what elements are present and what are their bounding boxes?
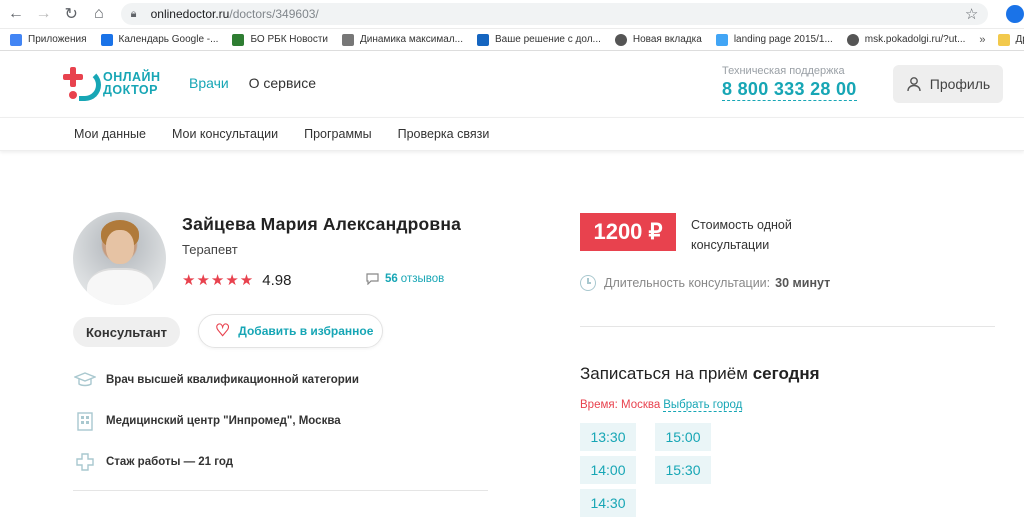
- profile-button[interactable]: Профиль: [893, 65, 1003, 103]
- bookmark-star-icon[interactable]: ☆: [965, 5, 978, 23]
- site-logo[interactable]: ОНЛАЙН ДОКТОР: [63, 65, 161, 103]
- building-icon: [74, 411, 96, 431]
- extension-icon[interactable]: [1006, 5, 1024, 23]
- info-qualification: Врач высшей квалификационной категории: [74, 370, 359, 390]
- bookmark-item[interactable]: landing page 2015/1...: [715, 33, 833, 46]
- globe-icon: [614, 33, 627, 46]
- price-description: Стоимость одной консультации: [691, 218, 792, 252]
- apps-icon: [10, 33, 22, 46]
- bookmark-item[interactable]: БО РБК Новости: [232, 33, 328, 46]
- browser-toolbar: ← → ↻ ⌂ 🔒︎ onlinedoctor.ru/doctors/34960…: [0, 0, 1024, 29]
- time-slot[interactable]: 15:30: [655, 456, 711, 484]
- rating-stars-icon: ★★★★★: [182, 272, 255, 289]
- price-tag: 1200 ₽: [580, 213, 681, 251]
- forward-icon[interactable]: →: [32, 2, 56, 26]
- support-block: Техническая поддержка 8 800 333 28 00: [722, 65, 857, 101]
- home-icon[interactable]: ⌂: [87, 2, 111, 26]
- rating-value: 4.98: [262, 271, 292, 289]
- subnav-my-consultations[interactable]: Мои консультации: [172, 127, 278, 141]
- reviews-link[interactable]: 56 отзывов: [366, 273, 444, 285]
- bookmark-item[interactable]: Календарь Google -...: [100, 33, 218, 46]
- other-bookmarks[interactable]: Друг: [997, 33, 1024, 46]
- account-subnav: Мои данные Мои консультации Программы Пр…: [0, 117, 1024, 151]
- support-label: Техническая поддержка: [722, 65, 845, 77]
- doctor-rating: ★★★★★ 4.98: [182, 271, 292, 290]
- url-path: /doctors/349603/: [229, 7, 319, 21]
- medical-cross-icon: [74, 452, 96, 472]
- subnav-programs[interactable]: Программы: [304, 127, 372, 141]
- bookmarks-more-icon[interactable]: »: [979, 34, 985, 46]
- doctor-specialty: Терапевт: [182, 242, 238, 257]
- divider: [580, 326, 995, 327]
- bookmark-item[interactable]: Ваше решение с дол...: [477, 33, 601, 46]
- reload-icon[interactable]: ↻: [59, 2, 83, 26]
- emblem-icon: [342, 33, 355, 46]
- time-slot[interactable]: 14:30: [580, 489, 636, 517]
- consultant-badge: Консультант: [73, 317, 180, 347]
- bookmark-item[interactable]: Новая вкладка: [614, 33, 702, 46]
- bookmark-item[interactable]: msk.pokadolgi.ru/?ut...: [846, 33, 965, 46]
- calendar-icon: [100, 33, 113, 46]
- doctor-page: Зайцева Мария Александровна Терапевт ★★★…: [0, 151, 1024, 517]
- consultation-duration: Длительность консультации: 30 минут: [580, 275, 830, 291]
- logo-icon: [63, 65, 101, 103]
- time-slot[interactable]: 13:30: [580, 423, 636, 451]
- folder-icon: [997, 33, 1010, 46]
- doctor-name: Зайцева Мария Александровна: [182, 214, 462, 234]
- doctor-avatar: [73, 212, 166, 305]
- back-icon[interactable]: ←: [4, 2, 28, 26]
- mail-icon: [715, 33, 728, 46]
- time-slot[interactable]: 15:00: [655, 423, 711, 451]
- time-slot[interactable]: 14:00: [580, 456, 636, 484]
- info-clinic: Медицинский центр "Инпромед", Москва: [74, 411, 341, 431]
- address-bar[interactable]: 🔒︎ onlinedoctor.ru/doctors/349603/ ☆: [120, 3, 989, 25]
- rbc-icon: [232, 33, 245, 46]
- comment-icon: [366, 273, 379, 285]
- globe-icon: [846, 33, 859, 46]
- info-experience: Стаж работы — 21 год: [74, 452, 233, 472]
- timezone-line: Время: Москва Выбрать город: [580, 399, 743, 412]
- add-to-favorites-button[interactable]: ♡ Добавить в избранное: [198, 314, 383, 348]
- lock-icon: 🔒︎: [130, 8, 137, 20]
- shield-icon: [477, 33, 489, 46]
- url-host: onlinedoctor.ru: [150, 7, 230, 21]
- graduation-cap-icon: [74, 370, 96, 390]
- support-phone-link[interactable]: 8 800 333 28 00: [722, 79, 857, 101]
- clock-icon: [580, 275, 596, 291]
- heart-icon: ♡: [215, 321, 231, 340]
- bookmark-item[interactable]: Приложения: [10, 33, 87, 46]
- subnav-connection-check[interactable]: Проверка связи: [398, 127, 490, 141]
- subnav-my-data[interactable]: Мои данные: [74, 127, 146, 141]
- user-icon: [907, 77, 921, 92]
- choose-city-link[interactable]: Выбрать город: [663, 399, 743, 412]
- main-nav: Врачи О сервисе: [189, 75, 332, 91]
- bookmarks-bar: Приложения Календарь Google -... БО РБК …: [0, 29, 1024, 51]
- booking-title: Записаться на приём сегодня: [580, 364, 820, 383]
- nav-doctors-link[interactable]: Врачи: [189, 75, 229, 91]
- divider: [73, 490, 488, 491]
- logo-text: ОНЛАЙН ДОКТОР: [103, 70, 161, 97]
- site-header: ОНЛАЙН ДОКТОР Врачи О сервисе Техническа…: [0, 51, 1024, 117]
- bookmark-item[interactable]: Динамика максимал...: [342, 33, 463, 46]
- nav-about-link[interactable]: О сервисе: [249, 75, 316, 91]
